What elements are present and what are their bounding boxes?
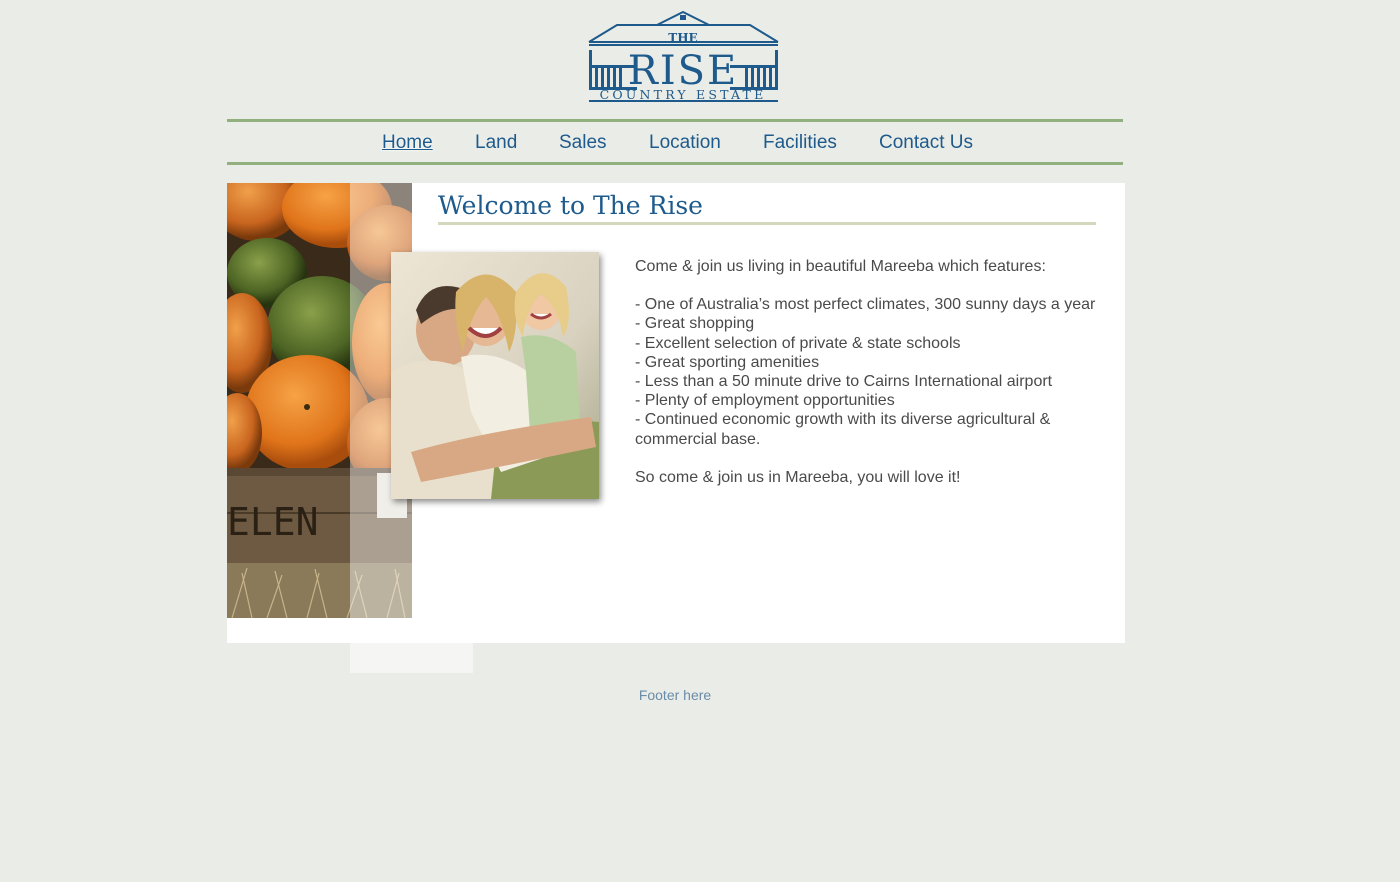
list-item: - Great sporting amenities (635, 353, 820, 371)
nav-location[interactable]: Location (649, 132, 721, 154)
nav-contact-us[interactable]: Contact Us (879, 132, 973, 154)
crate-text: ELEN (227, 500, 319, 544)
list-item: - Continued economic growth with its div… (635, 411, 1051, 448)
list-item: - One of Australia’s most perfect climat… (635, 296, 1096, 314)
logo-sub-text: COUNTRY ESTATE (600, 87, 767, 102)
nav-sales[interactable]: Sales (559, 132, 607, 154)
logo-top-text: THE (668, 31, 697, 45)
main-nav: Home Land Sales Location Facilities Cont… (227, 119, 1123, 165)
footer: Footer here (638, 687, 712, 703)
list-item: - Less than a 50 minute drive to Cairns … (635, 373, 1053, 391)
site-logo[interactable]: THE RISE COUNTRY ESTATE (587, 10, 780, 102)
list-item: - Excellent selection of private & state… (635, 334, 961, 352)
decorative-strip (350, 643, 473, 673)
intro-text-block: Come & join us living in beautiful Maree… (635, 257, 1105, 487)
nav-facilities[interactable]: Facilities (763, 132, 837, 154)
intro-paragraph: Come & join us living in beautiful Maree… (635, 258, 1046, 275)
page-title: Welcome to The Rise (438, 191, 1096, 225)
closing-paragraph: So come & join us in Mareeba, you will l… (635, 468, 961, 486)
list-item: - Plenty of employment opportunities (635, 392, 895, 410)
nav-land[interactable]: Land (475, 132, 517, 154)
list-item: - Great shopping (635, 315, 755, 333)
family-photo (391, 252, 599, 499)
nav-home[interactable]: Home (382, 132, 433, 154)
